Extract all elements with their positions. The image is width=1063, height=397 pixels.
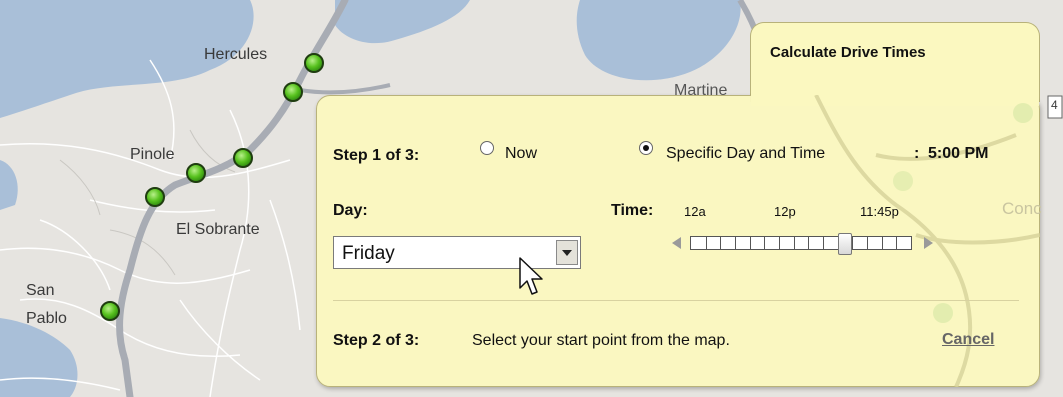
map-label-pinole: Pinole [130, 146, 175, 163]
route-stop[interactable] [304, 53, 324, 73]
slider-segment [779, 237, 780, 249]
step1-label: Step 1 of 3: [333, 147, 420, 164]
time-slider-thumb[interactable] [838, 233, 853, 255]
route-shield-label: 4 [1051, 98, 1058, 112]
chevron-down-icon[interactable] [556, 240, 578, 265]
route-stop[interactable] [100, 301, 120, 321]
radio-now[interactable] [480, 141, 494, 155]
route-stop[interactable] [283, 82, 303, 102]
map-label-san: San [26, 282, 55, 299]
slider-segment [896, 237, 898, 249]
radio-now-label[interactable]: Now [505, 145, 537, 163]
slider-right-arrow-icon[interactable] [924, 237, 933, 249]
map-label-hercules: Hercules [204, 46, 268, 63]
step2-instruction: Select your start point from the map. [472, 332, 730, 349]
panel-tab-joint [751, 90, 1039, 106]
slider-segment [764, 237, 766, 249]
panel-title: Calculate Drive Times [770, 44, 926, 61]
slider-segment [808, 237, 810, 249]
day-select-value: Friday [342, 243, 395, 264]
slider-segment [705, 237, 707, 249]
mouse-cursor-icon [519, 257, 543, 295]
time-tick-mid: 12p [774, 204, 796, 219]
route-stop[interactable] [233, 148, 253, 168]
map-label-martinez: Martine [674, 82, 728, 99]
step2-label: Step 2 of 3: [333, 332, 420, 349]
route-stop[interactable] [186, 163, 206, 183]
map-label-el-sobrante: El Sobrante [176, 221, 260, 238]
slider-segment [720, 237, 722, 249]
slider-segment [735, 237, 736, 249]
cancel-link[interactable]: Cancel [942, 331, 994, 349]
selected-time-value: 5:00 PM [928, 145, 989, 162]
radio-specific-label[interactable]: Specific Day and Time [666, 145, 825, 163]
time-slider-track[interactable] [690, 236, 912, 250]
slider-segment [867, 237, 868, 249]
map-label-pablo: Pablo [26, 310, 67, 327]
slider-segment [823, 237, 824, 249]
selected-time-prefix: : [914, 145, 920, 162]
radio-specific-day-time[interactable] [639, 141, 653, 155]
day-label: Day: [333, 202, 368, 219]
time-label: Time: [611, 202, 654, 219]
panel-divider [333, 300, 1019, 301]
slider-segment [881, 237, 883, 249]
route-stop[interactable] [145, 187, 165, 207]
slider-segment [852, 237, 854, 249]
time-tick-start: 12a [684, 204, 706, 219]
slider-segment [749, 237, 751, 249]
time-tick-current: 11:45p [860, 204, 899, 219]
slider-segment [793, 237, 795, 249]
slider-left-arrow-icon[interactable] [672, 237, 681, 249]
map-label-conc: Conc [1002, 199, 1042, 218]
